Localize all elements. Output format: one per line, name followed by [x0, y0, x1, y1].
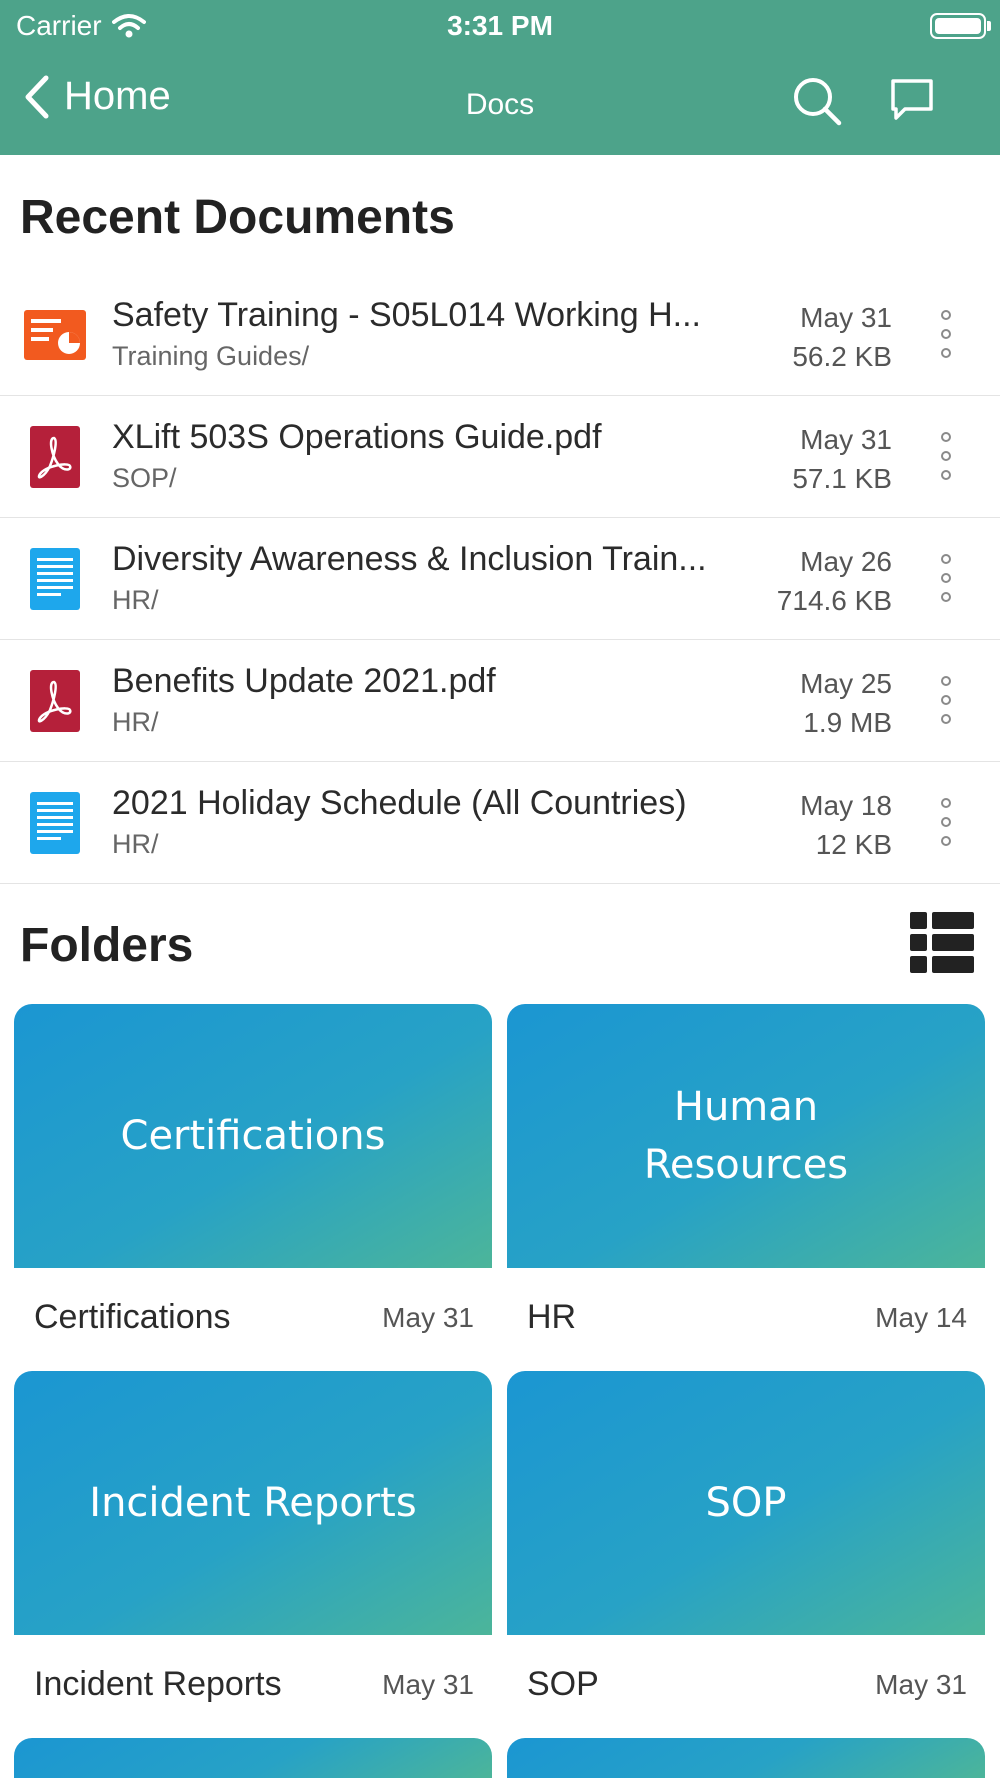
document-date: May 18	[800, 790, 892, 821]
status-time: 3:31 PM	[447, 10, 553, 41]
document-name: Benefits Update 2021.pdf	[112, 662, 496, 700]
pdf-icon	[30, 670, 80, 732]
page-title: Docs	[465, 88, 535, 121]
folder-card-partial[interactable]	[507, 1738, 985, 1778]
document-name: 2021 Holiday Schedule (All Countries)	[112, 784, 687, 822]
more-options-icon[interactable]	[938, 310, 954, 362]
folders-title: Folders	[20, 919, 194, 972]
document-name: XLift 503S Operations Guide.pdf	[112, 418, 602, 456]
app-header: Carrier 3:31 PM Home Docs	[0, 0, 1000, 155]
folder-card[interactable]: Human Resources HR May 14	[507, 1004, 985, 1354]
folder-card-partial[interactable]	[14, 1738, 492, 1778]
document-row[interactable]: Safety Training - S05L014 Working H... T…	[0, 274, 1000, 396]
status-bar: Carrier 3:31 PM	[0, 0, 1000, 50]
document-date: May 26	[800, 546, 892, 577]
battery-icon	[930, 13, 986, 39]
search-icon[interactable]	[792, 76, 842, 126]
document-row[interactable]: XLift 503S Operations Guide.pdf SOP/ May…	[0, 396, 1000, 518]
document-path: HR/	[112, 707, 159, 737]
more-options-icon[interactable]	[938, 432, 954, 484]
folder-date: May 31	[875, 1669, 967, 1700]
document-date: May 31	[800, 424, 892, 455]
folder-label: Certifications	[34, 1298, 231, 1336]
document-size: 57.1 KB	[792, 463, 892, 494]
document-path: Training Guides/	[112, 341, 310, 371]
document-path: SOP/	[112, 463, 177, 493]
chat-icon[interactable]	[890, 78, 934, 122]
folder-tile	[507, 1738, 985, 1778]
nav-bar: Home Docs	[0, 60, 1000, 145]
folder-label: SOP	[527, 1665, 599, 1703]
document-date: May 31	[800, 302, 892, 333]
folder-card[interactable]: Incident Reports Incident Reports May 31	[14, 1371, 492, 1721]
more-options-icon[interactable]	[938, 798, 954, 850]
document-row[interactable]: Benefits Update 2021.pdf HR/ May 25 1.9 …	[0, 640, 1000, 762]
pdf-icon	[30, 426, 80, 488]
more-options-icon[interactable]	[938, 554, 954, 606]
folder-tile	[14, 1738, 492, 1778]
document-path: HR/	[112, 829, 159, 859]
presentation-icon	[24, 310, 86, 360]
folder-tile: SOP	[507, 1371, 985, 1635]
more-options-icon[interactable]	[938, 676, 954, 728]
folder-tile: Incident Reports	[14, 1371, 492, 1635]
folder-date: May 14	[875, 1302, 967, 1333]
folder-card[interactable]: Certifications Certifications May 31	[14, 1004, 492, 1354]
document-size: 714.6 KB	[776, 585, 892, 616]
document-name: Diversity Awareness & Inclusion Train...	[112, 540, 707, 578]
document-size: 1.9 MB	[803, 707, 892, 738]
document-icon	[30, 548, 80, 610]
folder-label: Incident Reports	[34, 1665, 282, 1703]
document-icon	[30, 792, 80, 854]
document-row[interactable]: 2021 Holiday Schedule (All Countries) HR…	[0, 762, 1000, 884]
document-size: 56.2 KB	[792, 341, 892, 372]
document-size: 12 KB	[815, 829, 892, 860]
battery-nub	[987, 21, 991, 31]
folder-label: HR	[527, 1298, 577, 1336]
folder-date: May 31	[382, 1302, 474, 1333]
document-name: Safety Training - S05L014 Working H...	[112, 296, 702, 334]
folder-tile: Human Resources	[507, 1004, 985, 1268]
recent-documents-title: Recent Documents	[20, 191, 455, 244]
folder-date: May 31	[382, 1669, 474, 1700]
document-path: HR/	[112, 585, 159, 615]
document-date: May 25	[800, 668, 892, 699]
document-row[interactable]: Diversity Awareness & Inclusion Train...…	[0, 518, 1000, 640]
folder-tile: Certifications	[14, 1004, 492, 1268]
list-view-icon[interactable]	[910, 912, 974, 974]
folder-card[interactable]: SOP SOP May 31	[507, 1371, 985, 1721]
